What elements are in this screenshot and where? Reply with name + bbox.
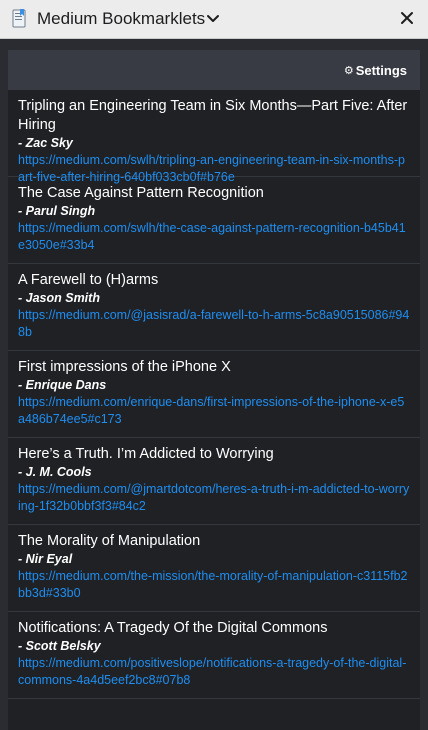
bookmark-title: The Case Against Pattern Recognition xyxy=(18,185,264,201)
list-item: The Morality of Manipulation - Nir Eyal … xyxy=(8,525,420,612)
bookmark-title: A Farewell to (H)arms xyxy=(18,272,159,288)
bookmark-title: The Morality of Manipulation xyxy=(18,533,201,549)
bookmark-title: Here’s a Truth. I’m Addicted to Worrying xyxy=(18,446,274,462)
settings-button[interactable]: ⚙ Settings xyxy=(344,63,407,79)
bookmark-page-icon xyxy=(12,9,26,28)
bookmark-title: Notifications: A Tragedy Of the Digital … xyxy=(18,620,328,636)
window-titlebar: Medium Bookmarklets xyxy=(0,0,428,39)
list-item: Notifications: A Tragedy Of the Digital … xyxy=(8,612,420,699)
bookmark-link[interactable]: https://medium.com/enrique-dans/first-im… xyxy=(18,394,410,428)
bookmark-link[interactable]: https://medium.com/@jasisrad/a-farewell-… xyxy=(18,307,410,341)
bookmark-title: Tripling an Engineering Team in Six Mont… xyxy=(18,98,408,133)
bookmark-author: - Parul Singh xyxy=(18,204,96,218)
settings-label: Settings xyxy=(355,63,407,78)
bookmark-list: Tripling an Engineering Team in Six Mont… xyxy=(8,90,420,699)
bookmark-author: - Zac Sky xyxy=(18,136,73,150)
window-title[interactable]: Medium Bookmarklets xyxy=(37,9,205,29)
list-item: The Case Against Pattern Recognition - P… xyxy=(8,177,420,264)
bookmark-link[interactable]: https://medium.com/@jmartdotcom/heres-a-… xyxy=(18,481,410,515)
bookmark-link[interactable]: https://medium.com/positiveslope/notific… xyxy=(18,655,410,689)
panel-header: ⚙ Settings xyxy=(8,50,420,90)
bookmarks-panel: ⚙ Settings Tripling an Engineering Team i… xyxy=(8,50,420,730)
bookmark-author: - Scott Belsky xyxy=(18,639,101,653)
close-icon[interactable] xyxy=(398,9,416,27)
bookmark-link[interactable]: https://medium.com/the-mission/the-moral… xyxy=(18,568,410,602)
bookmark-author: - Nir Eyal xyxy=(18,552,73,566)
bookmark-link[interactable]: https://medium.com/swlh/the-case-against… xyxy=(18,220,410,254)
list-item: A Farewell to (H)arms - Jason Smith http… xyxy=(8,264,420,351)
list-item: Tripling an Engineering Team in Six Mont… xyxy=(8,90,420,184)
bookmark-author: - Enrique Dans xyxy=(18,378,107,392)
list-item: First impressions of the iPhone X - Enri… xyxy=(8,351,420,438)
bookmark-author: - J. M. Cools xyxy=(18,465,92,479)
chevron-down-icon[interactable] xyxy=(205,10,221,26)
bookmark-author: - Jason Smith xyxy=(18,291,100,305)
gear-icon: ⚙ xyxy=(343,65,354,77)
bookmark-title: First impressions of the iPhone X xyxy=(18,359,231,375)
list-item: Here’s a Truth. I’m Addicted to Worrying… xyxy=(8,438,420,525)
